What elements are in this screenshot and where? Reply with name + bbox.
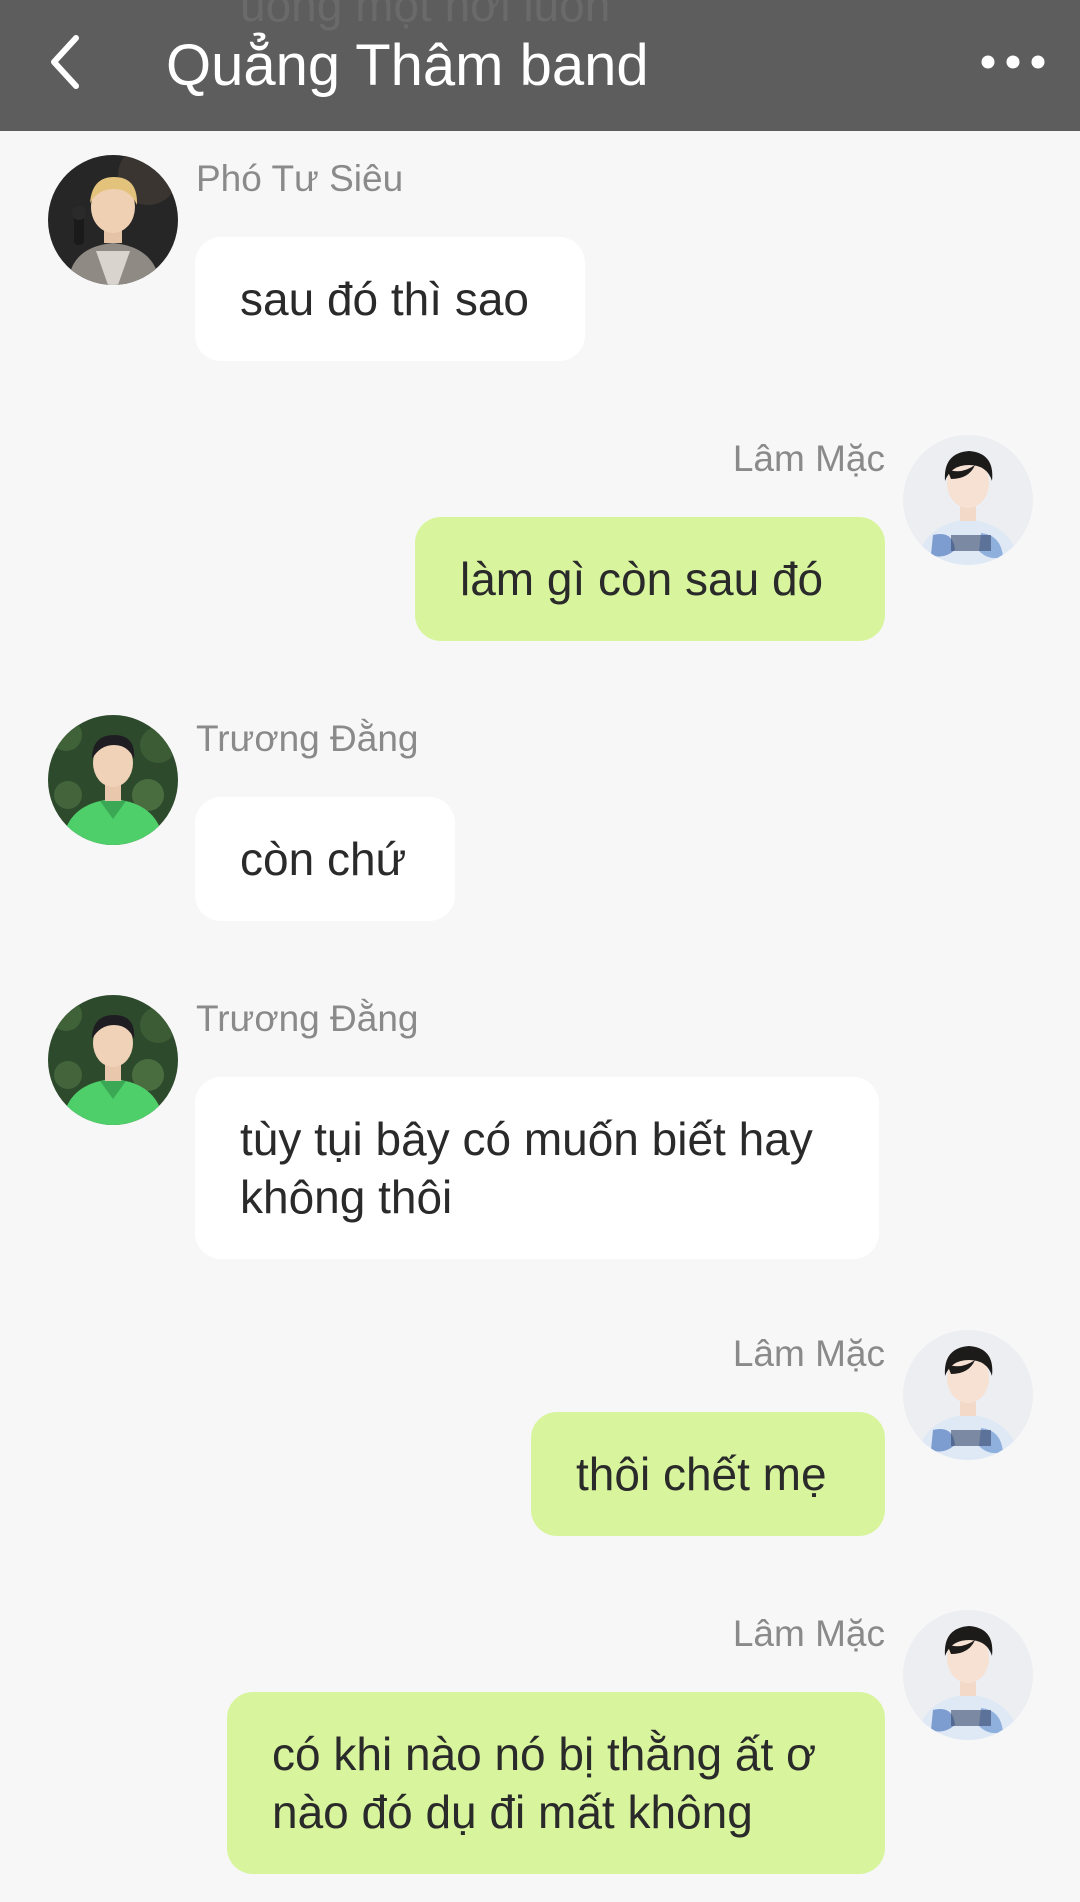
message-list[interactable]: Phó Tư Siêu sau đó thì sao Lâm Mặc làm g… — [0, 131, 1080, 1902]
back-button[interactable] — [40, 30, 96, 94]
avatar-truong-dang[interactable] — [48, 715, 178, 845]
sender-name: Trương Đằng — [196, 718, 419, 759]
avatar-lam-mac[interactable] — [903, 1330, 1033, 1460]
chat-title: Quẳng Thâm band — [166, 33, 649, 98]
previous-message-peek: uống một hơi luôn — [240, 0, 611, 31]
chevron-left-icon — [51, 35, 79, 89]
avatar-truong-dang[interactable] — [48, 995, 178, 1125]
message-bubble[interactable]: có khi nào nó bị thằng ất ơ nào đó dụ đi… — [227, 1692, 885, 1874]
message-bubble[interactable]: thôi chết mẹ — [531, 1412, 885, 1536]
sender-name: Trương Đằng — [196, 998, 419, 1039]
sender-name: Lâm Mặc — [732, 1333, 885, 1374]
avatar-lam-mac[interactable] — [903, 435, 1033, 565]
sender-name: Lâm Mặc — [732, 1613, 885, 1654]
message-bubble[interactable]: còn chứ — [195, 797, 455, 921]
top-bar: uống một hơi luôn Quẳng Thâm band — [0, 0, 1080, 131]
avatar-pho-tu-sieu[interactable] — [48, 155, 178, 285]
more-horizontal-icon — [981, 55, 1045, 69]
sender-name: Phó Tư Siêu — [196, 158, 404, 199]
sender-name: Lâm Mặc — [732, 438, 885, 479]
message-bubble[interactable]: sau đó thì sao — [195, 237, 585, 361]
message-bubble[interactable]: tùy tụi bây có muốn biết hay không thôi — [195, 1077, 879, 1259]
more-options-button[interactable] — [980, 48, 1046, 76]
message-bubble[interactable]: làm gì còn sau đó — [415, 517, 885, 641]
avatar-lam-mac[interactable] — [903, 1610, 1033, 1740]
